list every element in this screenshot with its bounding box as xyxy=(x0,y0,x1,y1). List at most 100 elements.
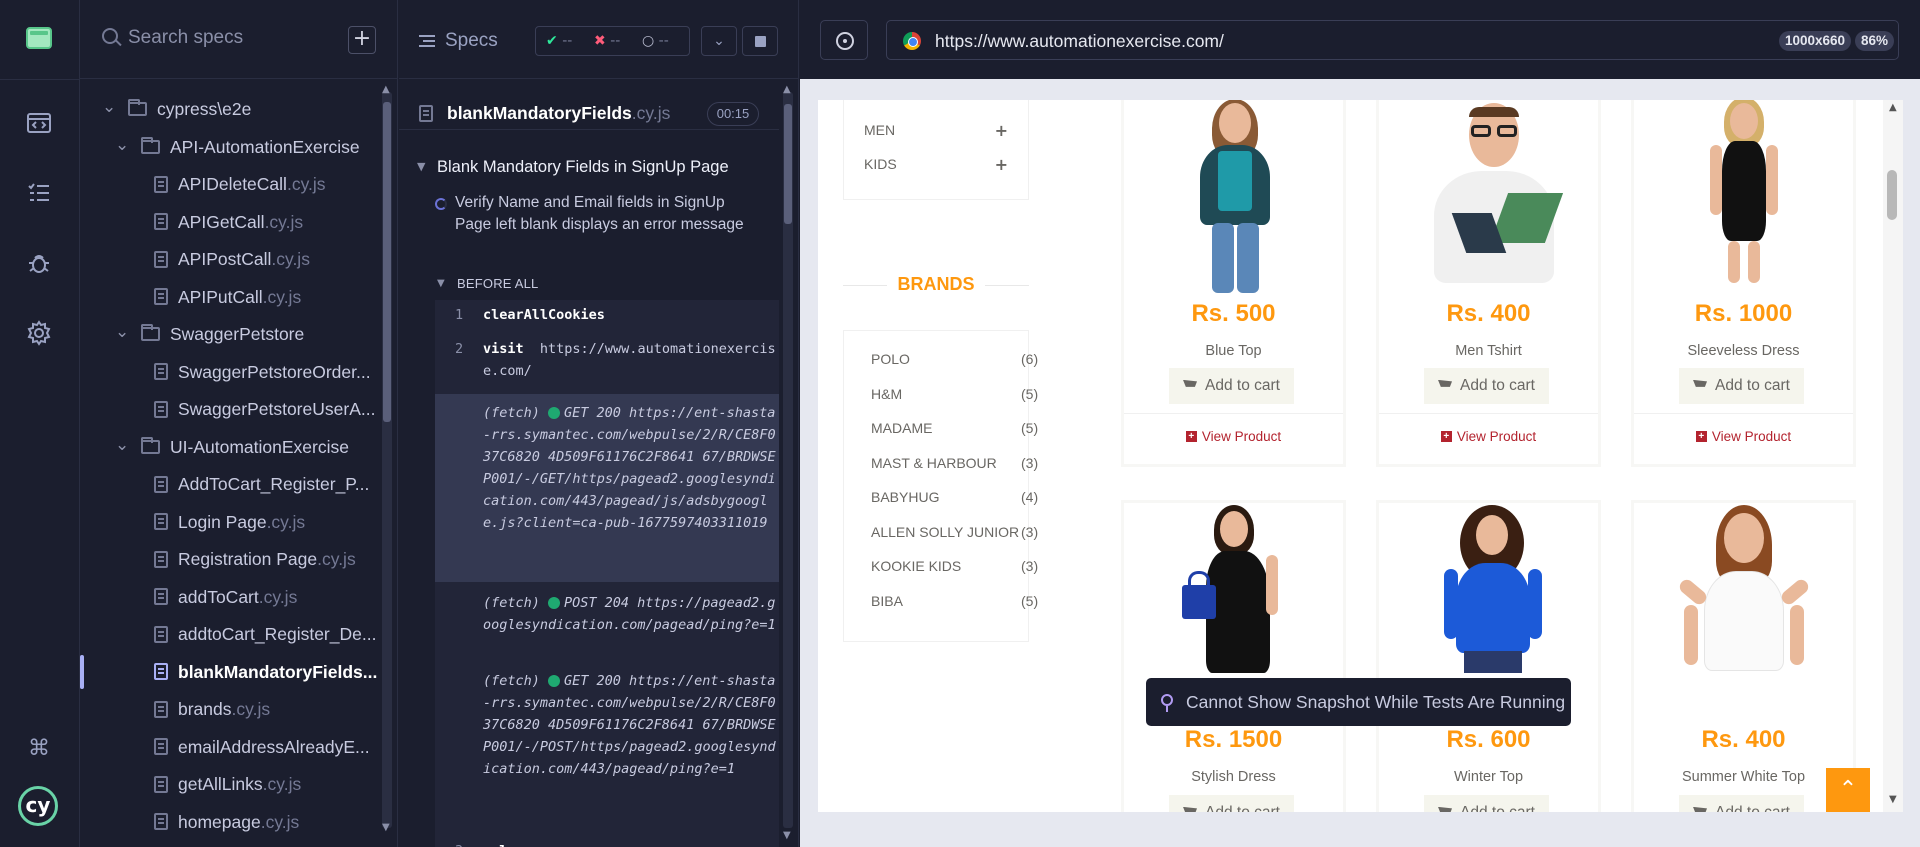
scroll-down-arrow-icon[interactable]: ▼ xyxy=(382,822,390,833)
tree-item-label: blankMandatoryFields... xyxy=(178,661,378,682)
command-log-panel: Specs ✔ -- ✖ -- ○ -- ⌄ blankMandatoryFie… xyxy=(399,0,799,847)
command-row[interactable]: 1 clearAllCookies xyxy=(435,300,779,330)
spec-file-row[interactable]: APIPutCall.cy.js xyxy=(154,282,301,312)
search-specs-input[interactable] xyxy=(128,24,328,52)
category-men[interactable]: MEN + xyxy=(864,121,1014,140)
test-running-spinner-icon xyxy=(435,198,447,210)
specs-toggle-button[interactable]: Specs xyxy=(419,30,498,52)
category-kids[interactable]: KIDS + xyxy=(864,155,1014,174)
add-to-cart-button[interactable]: Add to cart xyxy=(1679,795,1804,812)
command-row[interactable]: 3url xyxy=(435,836,779,847)
brand-count: (3) xyxy=(1021,523,1039,540)
brand-count: (5) xyxy=(1021,385,1039,402)
spec-file-row[interactable]: Login Page.cy.js xyxy=(154,507,305,537)
spec-file-row[interactable]: APIPostCall.cy.js xyxy=(154,244,310,274)
brand-item[interactable]: H&M (5) xyxy=(871,386,1038,402)
tree-item-label: Login Page xyxy=(178,511,267,532)
brand-item[interactable]: KOOKIE KIDS (3) xyxy=(871,558,1038,574)
tree-item-label: SwaggerPetstoreOrder... xyxy=(178,361,371,382)
settings-gear-icon[interactable] xyxy=(24,320,54,350)
product-image[interactable] xyxy=(1634,100,1853,283)
spec-file-row[interactable]: homepage.cy.js xyxy=(154,807,299,837)
scroll-down-arrow-icon[interactable]: ▼ xyxy=(1889,794,1897,805)
spec-file-row[interactable]: getAllLinks.cy.js xyxy=(154,769,301,799)
view-product-link[interactable]: + View Product xyxy=(1124,429,1343,444)
scroll-up-arrow-icon[interactable]: ▲ xyxy=(1889,102,1897,113)
collapse-icon xyxy=(419,35,435,47)
before-all-hook[interactable]: BEFORE ALL xyxy=(457,276,538,291)
command-row-fetch[interactable]: (fetch) GET 200 https://ent-shasta-rrs.s… xyxy=(435,666,779,834)
scroll-up-arrow-icon[interactable]: ▲ xyxy=(783,84,791,95)
passed-count: ✔ -- xyxy=(546,33,573,49)
add-to-cart-button[interactable]: Add to cart xyxy=(1424,795,1549,812)
product-image[interactable] xyxy=(1124,503,1343,673)
aut-scrollbar[interactable]: ▲ ▼ xyxy=(1883,100,1903,812)
view-product-link[interactable]: + View Product xyxy=(1379,429,1598,444)
scroll-to-top-button[interactable]: ⌃ xyxy=(1826,768,1870,812)
spec-file-row[interactable]: addToCart.cy.js xyxy=(154,582,297,612)
scroll-down-arrow-icon[interactable]: ▼ xyxy=(783,830,791,841)
suite-title[interactable]: Blank Mandatory Fields in SignUp Page xyxy=(437,158,729,177)
file-icon xyxy=(154,700,168,718)
add-to-cart-button[interactable]: Add to cart xyxy=(1169,795,1294,812)
folder-row[interactable]: UI-AutomationExercise xyxy=(141,432,349,462)
file-icon xyxy=(154,475,168,493)
spec-file-row[interactable]: AddToCart_Register_P... xyxy=(154,469,369,499)
spec-list-scrollbar[interactable] xyxy=(382,92,392,828)
debug-bug-icon[interactable] xyxy=(24,250,54,280)
brands-list: POLO (6) H&M (5) MADAME (5) MAST & HARBOUR (3) B… xyxy=(843,330,1038,642)
runs-icon[interactable] xyxy=(24,180,54,210)
brand-item[interactable]: BIBA (5) xyxy=(871,593,1038,609)
scroll-up-arrow-icon[interactable]: ▲ xyxy=(382,84,390,95)
command-row-fetch[interactable]: (fetch) GET 200 https://ent-shasta-rrs.s… xyxy=(435,394,779,582)
suite-chevron-down-icon[interactable]: ▼ xyxy=(417,160,425,173)
brand-item[interactable]: MAST & HARBOUR (3) xyxy=(871,455,1038,471)
spec-list-scroll-thumb[interactable] xyxy=(383,102,391,422)
tree-item-label: APIPostCall xyxy=(178,249,272,269)
specs-list-icon[interactable] xyxy=(24,110,54,140)
keyboard-shortcuts-icon[interactable]: ⌘ xyxy=(24,732,54,762)
url-bar[interactable]: https://www.automationexercise.com/ 1000… xyxy=(886,20,1899,60)
add-to-cart-button[interactable]: Add to cart xyxy=(1679,368,1804,404)
folder-row[interactable]: SwaggerPetstore xyxy=(141,319,304,349)
stop-button[interactable] xyxy=(742,26,778,56)
brand-item[interactable]: ALLEN SOLLY JUNIOR (3) xyxy=(871,524,1038,540)
command-row[interactable]: 2 visit https://www.automationexercise.c… xyxy=(435,334,779,394)
spec-file-row-active[interactable]: blankMandatoryFields... xyxy=(154,657,377,687)
product-image[interactable] xyxy=(1379,503,1598,673)
spec-file-row[interactable]: SwaggerPetstoreUserA... xyxy=(154,394,375,424)
product-image[interactable] xyxy=(1124,100,1343,293)
test-title[interactable]: Verify Name and Email fields in SignUp P… xyxy=(455,192,755,236)
file-icon xyxy=(154,213,168,231)
brand-item[interactable]: BABYHUG (4) xyxy=(871,489,1038,505)
selector-playground-button[interactable] xyxy=(820,20,868,60)
add-spec-button[interactable]: + xyxy=(348,26,376,54)
tree-item-label: brands xyxy=(178,699,232,719)
view-product-link[interactable]: + View Product xyxy=(1634,429,1853,444)
add-to-cart-button[interactable]: Add to cart xyxy=(1169,368,1294,404)
product-image[interactable] xyxy=(1379,100,1598,283)
spec-file-row[interactable]: emailAddressAlreadyE... xyxy=(154,732,370,762)
app-logo-icon[interactable] xyxy=(26,27,52,49)
spec-file-row[interactable]: addtoCart_Register_De... xyxy=(154,619,376,649)
left-nav: ⌘ cy xyxy=(0,0,80,847)
folder-row[interactable]: API-AutomationExercise xyxy=(141,132,360,162)
product-price: Rs. 400 xyxy=(1701,726,1786,753)
hook-chevron-down-icon[interactable]: ▼ xyxy=(437,278,445,289)
product-image[interactable] xyxy=(1634,503,1853,698)
spec-file-row[interactable]: Registration Page.cy.js xyxy=(154,544,356,574)
auto-scroll-dropdown-button[interactable]: ⌄ xyxy=(701,26,737,56)
folder-row[interactable]: cypress\e2e xyxy=(128,94,251,124)
spec-file-row[interactable]: APIGetCall.cy.js xyxy=(154,207,303,237)
command-log-scroll-thumb[interactable] xyxy=(784,104,792,224)
spec-file-row[interactable]: SwaggerPetstoreOrder... xyxy=(154,357,371,387)
browser-toolbar: https://www.automationexercise.com/ 1000… xyxy=(800,0,1920,79)
aut-scroll-thumb[interactable] xyxy=(1887,170,1897,220)
spec-file-row[interactable]: brands.cy.js xyxy=(154,694,270,724)
brand-item[interactable]: MADAME (5) xyxy=(871,420,1038,436)
command-log-scrollbar[interactable] xyxy=(783,92,793,828)
command-row-fetch[interactable]: (fetch) POST 204 https://pagead2.googles… xyxy=(435,588,779,658)
brand-item[interactable]: POLO (6) xyxy=(871,351,1038,367)
spec-file-row[interactable]: APIDeleteCall.cy.js xyxy=(154,169,326,199)
add-to-cart-button[interactable]: Add to cart xyxy=(1424,368,1549,404)
